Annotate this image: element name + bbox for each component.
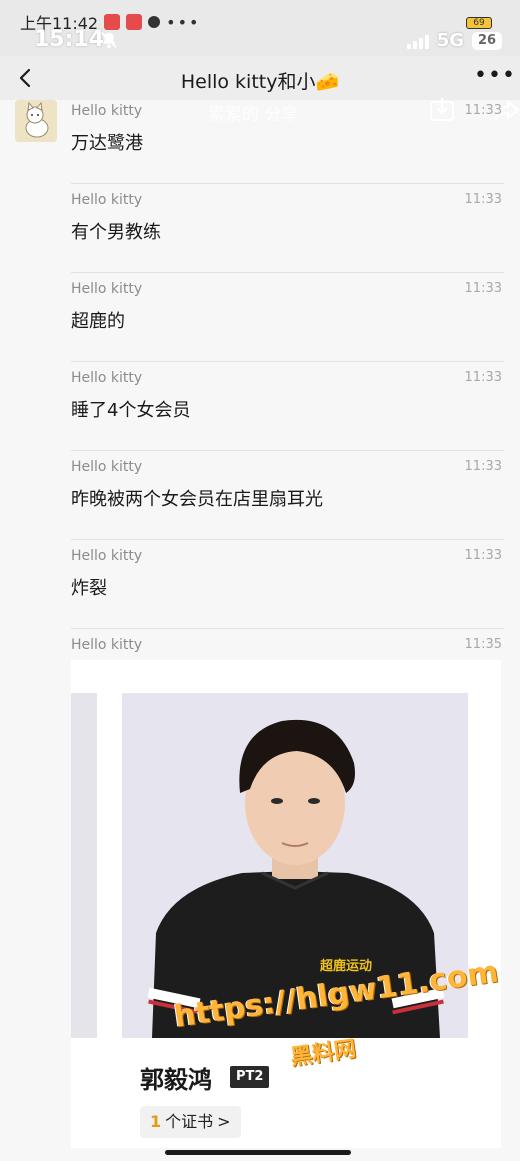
status-bar: 上午11:42 ••• 15:14 69 5G 26 [0,0,520,56]
message-time: 11:33 [464,370,502,385]
chat-header: Hello kitty和小🧀 ••• [0,56,520,100]
message-time: 11:33 [464,459,502,474]
signal-icon [406,33,429,49]
more-options-icon[interactable]: ••• [474,64,515,92]
sender-name: Hello kitty [71,637,143,653]
sender-name: Hello kitty [71,192,143,208]
qq-icon [148,16,161,28]
list-item[interactable]: Hello kitty 11:33 有个男教练 [71,184,504,273]
home-indicator [165,1150,351,1155]
message-text: 超鹿的 [71,311,125,332]
message-text: 炸裂 [71,578,107,599]
shirt-logo: 超鹿运动 [320,959,373,974]
message-time: 11:33 [464,548,502,563]
message-text: 昨晚被两个女会员在店里扇耳光 [71,489,323,510]
sender-name: Hello kitty [71,281,143,297]
list-item[interactable]: Hello kitty 11:33 万达鹭港 [71,95,504,184]
list-item[interactable]: Hello kitty 11:33 昨晚被两个女会员在店里扇耳光 [71,451,504,540]
status-right: 5G 26 [406,30,502,51]
app-notification-icon [126,14,143,30]
cert-label: 个证书 [165,1112,214,1131]
cat-avatar-icon [15,100,57,142]
message-time: 11:33 [464,103,502,118]
message-time: 11:35 [464,637,502,652]
sender-name: Hello kitty [71,459,143,475]
more-notifications-icon: ••• [166,12,201,32]
bell-off-icon [101,32,117,49]
avatar[interactable] [15,100,57,142]
sender-name: Hello kitty [71,548,143,564]
message-time: 11:33 [464,192,502,207]
cert-count: 1 [150,1112,162,1131]
list-item[interactable]: Hello kitty 11:33 睡了4个女会员 [71,362,504,451]
coach-name: 郭毅鸿 [140,1066,212,1094]
chat-title: Hello kitty和小🧀 [180,71,340,93]
message-text: 睡了4个女会员 [71,400,191,421]
sender-name: Hello kitty [71,370,143,386]
message-text: 有个男教练 [71,222,161,243]
app-notification-icon [104,14,121,30]
certificates-button[interactable]: 1 个证书 > [140,1106,241,1138]
list-item[interactable]: Hello kitty 11:33 炸裂 [71,540,504,629]
chevron-right-icon: > [217,1112,231,1131]
level-badge: PT2 [230,1066,270,1088]
list-item[interactable]: Hello kitty 11:33 超鹿的 [71,273,504,362]
network-label: 5G [436,30,464,51]
message-time: 11:33 [464,281,502,296]
battery-icon: 26 [472,31,502,50]
inner-battery-icon: 69 [466,17,492,29]
status-time: 15:14 [34,27,105,52]
adjacent-card-peek [71,693,97,1038]
message-text: 万达鹭港 [71,133,143,154]
sender-name: Hello kitty [71,103,143,119]
